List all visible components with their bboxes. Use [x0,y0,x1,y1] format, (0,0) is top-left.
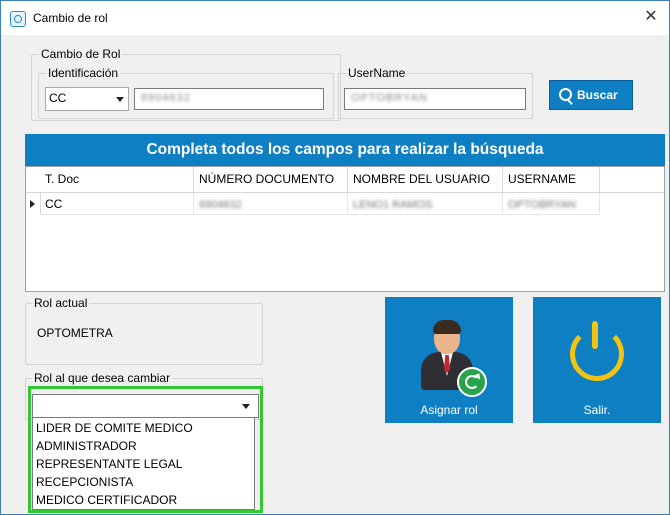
grid-header: T. Doc NÚMERO DOCUMENTO NOMBRE DEL USUAR… [26,167,664,193]
rol-option[interactable]: LIDER DE COMITE MEDICO [36,419,193,437]
app-icon [10,11,26,27]
column-header-username[interactable]: USERNAME [503,167,600,192]
assign-role-button[interactable]: Asignar rol [385,297,513,423]
row-indicator-icon [26,193,41,215]
cell-numero[interactable]: 6904632 [194,193,348,215]
search-icon [559,88,572,101]
refresh-icon [457,367,487,397]
rol-option[interactable]: ADMINISTRADOR [36,437,137,455]
doc-number-field[interactable]: 6904632 [134,88,324,110]
rol-select[interactable] [32,394,259,418]
cell-username[interactable]: OPTOBRYAN [503,193,600,215]
doc-type-select[interactable]: CC [45,87,129,111]
rol-actual-legend: Rol actual [32,296,90,310]
identificacion-label: Identificación [46,66,121,80]
rol-option[interactable]: MEDICO CERTIFICADOR [36,491,177,509]
cambio-rol-legend: Cambio de Rol [39,47,123,61]
column-header-nombre[interactable]: NOMBRE DEL USUARIO [348,167,503,192]
window-title: Cambio de rol [33,11,108,25]
exit-button[interactable]: Salir. [533,297,661,423]
cell-tdoc[interactable]: CC [40,193,194,215]
close-button[interactable]: ✕ [638,6,664,28]
search-button[interactable]: Buscar [549,80,633,110]
column-header-tdoc[interactable]: T. Doc [40,167,194,192]
rol-actual-value: OPTOMETRA [37,326,113,340]
rol-cambiar-legend: Rol al que desea cambiar [32,371,173,385]
rol-option[interactable]: REPRESENTANTE LEGAL [36,455,182,473]
username-field[interactable]: OPTOBRYAN [344,88,526,110]
dialog-window: Cambio de rol ✕ Cambio de Rol Identifica… [0,0,670,515]
cell-nombre[interactable]: LENO1 RAMOS [348,193,503,215]
rol-option[interactable]: RECEPCIONISTA [36,473,133,491]
rol-options-list: LIDER DE COMITE MEDICO ADMINISTRADOR REP… [32,417,255,510]
column-header-numero[interactable]: NÚMERO DOCUMENTO [194,167,348,192]
chevron-down-icon [116,97,124,102]
chevron-down-icon [242,404,250,409]
power-icon [570,321,624,381]
info-banner: Completa todos los campos para realizar … [25,134,665,166]
username-label: UserName [346,66,408,80]
title-bar: Cambio de rol ✕ [1,1,669,35]
results-grid[interactable]: T. Doc NÚMERO DOCUMENTO NOMBRE DEL USUAR… [25,166,665,292]
